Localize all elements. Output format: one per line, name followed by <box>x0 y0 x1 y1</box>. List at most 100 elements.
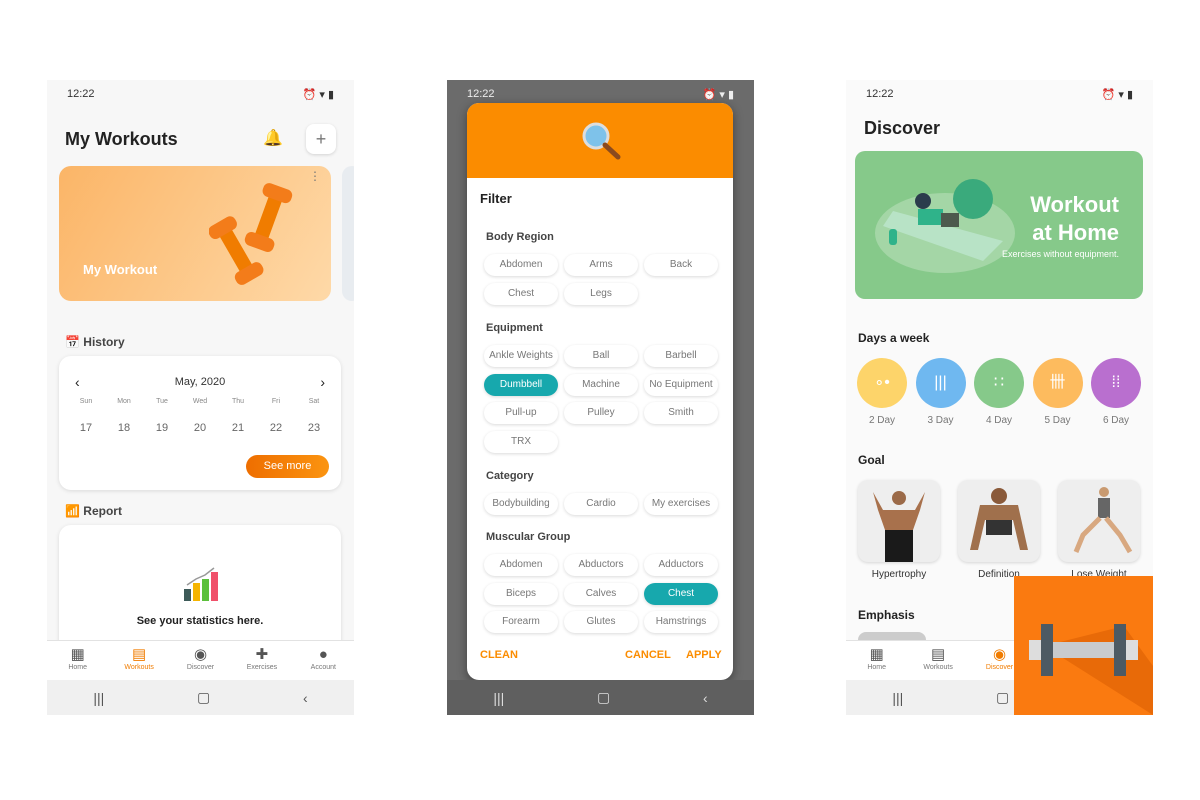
day-plan-button[interactable]: ∘• <box>857 358 907 408</box>
goal-hypertrophy[interactable] <box>858 480 940 562</box>
goal-definition[interactable] <box>958 480 1040 562</box>
next-month-icon[interactable]: › <box>320 374 325 390</box>
date-cell[interactable]: 23 <box>295 422 333 434</box>
filter-section-title: Body Region <box>486 231 554 243</box>
date-row: 17 18 19 20 21 22 23 <box>59 422 341 434</box>
filter-chip[interactable]: Chest <box>484 282 558 305</box>
goal-header: Goal <box>858 453 885 467</box>
filter-chip[interactable]: Back <box>644 254 718 276</box>
day-plan-button[interactable]: ⁞⁞ <box>1091 358 1141 408</box>
back-icon[interactable]: ‹ <box>303 690 308 706</box>
filter-chip[interactable]: Bodybuilding <box>484 493 558 515</box>
nav-workouts[interactable]: ▤ Workouts <box>108 641 169 680</box>
nav-discover[interactable]: ◉ Discover <box>170 641 231 680</box>
nav-label: Workouts <box>124 664 154 671</box>
month-label: May, 2020 <box>174 376 226 388</box>
filter-chip[interactable]: Machine <box>564 373 638 396</box>
day-plan-label: 5 Day <box>1044 415 1071 426</box>
next-workout-card[interactable] <box>342 166 354 301</box>
see-more-button[interactable]: See more <box>246 455 329 478</box>
filter-chip[interactable]: Chest <box>644 582 718 605</box>
filter-chip[interactable]: Arms <box>564 254 638 276</box>
day-plan-button[interactable]: 卌 <box>1032 358 1083 408</box>
back-icon[interactable]: ‹ <box>703 690 708 706</box>
pushup-photo-icon <box>970 488 1028 550</box>
filter-section-title: Muscular Group <box>486 531 571 543</box>
recent-apps-icon[interactable]: ||| <box>892 690 903 706</box>
nav-exercises[interactable]: ✚Exercises <box>231 641 292 680</box>
magnifier-icon <box>582 122 621 160</box>
filter-chip[interactable]: Hamstrings <box>644 611 718 634</box>
day-plan-button[interactable]: ∷ <box>974 358 1024 408</box>
filter-chip[interactable]: Ankle Weights <box>484 345 558 367</box>
nav-label: Discover <box>985 664 1014 671</box>
banner-title-line: at Home <box>1032 220 1119 245</box>
filter-chip[interactable]: Dumbbell <box>484 373 558 396</box>
date-cell[interactable]: 20 <box>181 422 219 434</box>
filter-chip[interactable]: Biceps <box>484 582 558 605</box>
date-cell[interactable]: 19 <box>143 422 181 434</box>
home-button-icon[interactable]: ▢ <box>996 689 1009 706</box>
nav-home[interactable]: ▦ Home <box>47 641 108 680</box>
filter-chip[interactable]: Abdomen <box>484 554 558 576</box>
nav-account[interactable]: ●Account <box>293 641 354 680</box>
weekday: Sun <box>79 398 93 405</box>
filter-chip[interactable]: Abductors <box>564 554 638 576</box>
bar-chart-icon: 📶 <box>65 504 80 518</box>
grid-icon: ▦ <box>869 646 884 663</box>
nav-workouts[interactable]: ▤ Workouts <box>907 641 968 680</box>
filter-chip[interactable]: Abdomen <box>484 254 558 276</box>
filter-chip[interactable]: Pull-up <box>484 402 558 425</box>
history-label: History <box>83 335 125 349</box>
runner-photo-icon <box>1073 487 1133 554</box>
report-card[interactable]: See your statistics here. <box>59 525 341 655</box>
filter-chip[interactable]: Adductors <box>644 554 718 576</box>
status-time: 12:22 <box>67 88 95 100</box>
filter-chip[interactable]: Pulley <box>564 402 638 425</box>
notification-bell-icon[interactable]: 🔔 <box>263 128 283 148</box>
system-nav-bar: ||| ▢ ‹ <box>47 680 354 715</box>
add-workout-button[interactable]: + <box>306 124 336 154</box>
filter-chip[interactable]: Cardio <box>564 493 638 515</box>
date-cell[interactable]: 21 <box>219 422 257 434</box>
cancel-button[interactable]: CANCEL <box>625 649 671 661</box>
day-plan-label: 4 Day <box>985 415 1013 426</box>
workout-card[interactable]: ⋮ My Workout <box>59 166 331 301</box>
home-button-icon[interactable]: ▢ <box>197 689 210 706</box>
filter-chip[interactable]: My exercises <box>644 493 718 515</box>
nav-label: Workouts <box>923 664 953 671</box>
bottom-nav: ▦Home ▤Workouts ◉Discover ✚Exercises ●Ac… <box>47 640 354 680</box>
weekday: Mon <box>117 398 131 405</box>
status-bar: 12:22 ⏰ ▾ ▮ <box>866 88 1133 101</box>
nav-home[interactable]: ▦ Home <box>846 641 907 680</box>
date-cell[interactable]: 17 <box>67 422 105 434</box>
days-a-week-header: Days a week <box>858 331 930 345</box>
recent-apps-icon[interactable]: ||| <box>493 690 504 706</box>
banner-title-line: Workout <box>1030 192 1119 217</box>
status-bar: 12:22 ⏰ ▾ ▮ <box>67 88 334 101</box>
workout-card-title: My Workout <box>83 262 158 277</box>
goal-lose-weight[interactable] <box>1058 480 1140 562</box>
filter-chip[interactable]: Smith <box>644 402 718 425</box>
day-plan-label: 6 Day <box>1102 415 1130 426</box>
date-cell[interactable]: 18 <box>105 422 143 434</box>
filter-chip[interactable]: Glutes <box>564 611 638 634</box>
recent-apps-icon[interactable]: ||| <box>93 690 104 706</box>
nav-label: Home <box>68 664 88 671</box>
date-cell[interactable]: 22 <box>257 422 295 434</box>
bodybuilder-photo-icon <box>873 491 925 562</box>
day-plan-button[interactable]: ||| <box>915 358 966 408</box>
nav-label: Home <box>867 664 887 671</box>
clean-button[interactable]: CLEAN <box>480 649 518 661</box>
filter-chip[interactable]: Ball <box>564 345 638 367</box>
more-options-icon[interactable]: ⋮ <box>309 170 321 182</box>
workout-at-home-banner[interactable]: Workout at Home Exercises without equipme… <box>855 151 1143 299</box>
filter-chip[interactable]: No Equipment <box>644 373 718 396</box>
filter-chip[interactable]: Barbell <box>644 345 718 367</box>
filter-chip[interactable]: Legs <box>564 282 638 305</box>
filter-chip[interactable]: Calves <box>564 582 638 605</box>
filter-chip[interactable]: Forearm <box>484 611 558 634</box>
home-button-icon[interactable]: ▢ <box>597 689 610 706</box>
filter-chip[interactable]: TRX <box>484 431 558 454</box>
apply-button[interactable]: APPLY <box>686 649 722 661</box>
